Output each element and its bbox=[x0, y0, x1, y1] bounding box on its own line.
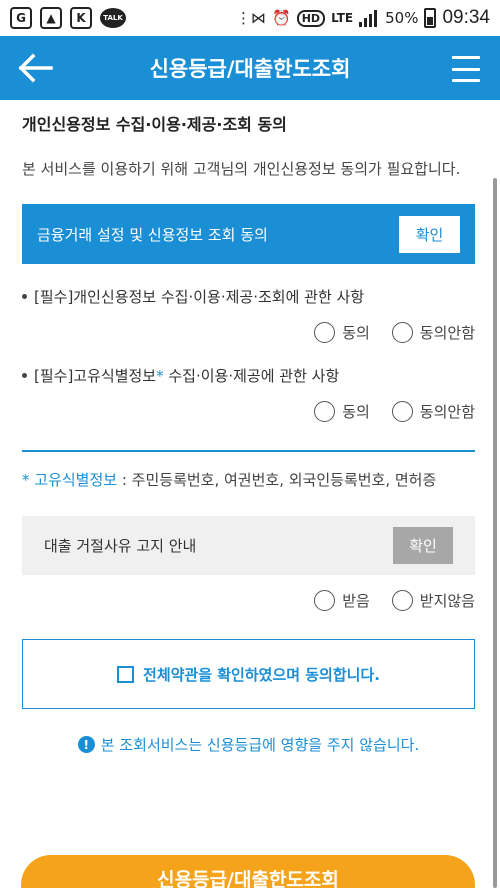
info-notice: ! 본 조회서비스는 신용등급에 영향을 주지 않습니다. bbox=[22, 734, 475, 755]
info-text: 본 조회서비스는 신용등급에 영향을 주지 않습니다. bbox=[100, 736, 420, 754]
inquiry-button-label: 신용등급/대출한도조회 bbox=[157, 869, 339, 888]
radio-circle-icon bbox=[391, 590, 413, 611]
battery-icon bbox=[424, 8, 437, 28]
item-title-suffix: 수집·이용·제공에 관한 사항 bbox=[163, 367, 340, 385]
exclamation-circle-icon: ! bbox=[77, 736, 95, 753]
kakao-icon: K bbox=[70, 7, 92, 29]
section-description: 본 서비스를 이용하기 위해 고객님의 개인신용정보 동의가 필요합니다. bbox=[22, 160, 461, 178]
radio-disagree[interactable]: 동의안함 bbox=[391, 322, 475, 343]
divider bbox=[22, 450, 475, 452]
app-header: 신용등급/대출한도조회 bbox=[0, 36, 500, 100]
refusal-notice-bar: 대출 거절사유 고지 안내 확인 bbox=[22, 516, 475, 575]
bullet-icon bbox=[22, 294, 27, 299]
radio-agree[interactable]: 동의 bbox=[314, 322, 370, 343]
checkbox-icon bbox=[117, 665, 135, 683]
notification-icons: G ▲ K TALK bbox=[10, 7, 126, 29]
note-text: : 주민등록번호, 여권번호, 외국인등록번호, 면허증 bbox=[117, 471, 437, 489]
radio-circle-icon bbox=[314, 322, 336, 343]
sync-icon: G bbox=[10, 7, 32, 29]
talk-icon: TALK bbox=[100, 8, 126, 28]
alarm-icon: ⏰ bbox=[272, 9, 291, 27]
radio-receive[interactable]: 받음 bbox=[314, 590, 370, 611]
item-title: [필수]개인신용정보 수집·이용·제공·조회에 관한 사항 bbox=[34, 288, 365, 306]
radio-disagree[interactable]: 동의안함 bbox=[391, 401, 475, 422]
system-indicators: ⋮⋈ ⏰ HD LTE 50% 09:34 bbox=[236, 0, 490, 36]
radio-agree[interactable]: 동의 bbox=[314, 401, 370, 422]
radio-not-receive[interactable]: 받지않음 bbox=[391, 590, 475, 611]
radio-circle-icon bbox=[314, 590, 336, 611]
inquiry-button[interactable]: 신용등급/대출한도조회 bbox=[21, 855, 475, 888]
consent-confirm-button[interactable]: 확인 bbox=[399, 215, 460, 253]
gallery-icon: ▲ bbox=[40, 7, 62, 29]
consent-item-unique-id: [필수]고유식별정보 * 수집·이용·제공에 관한 사항 동의 동의안함 bbox=[22, 365, 475, 422]
consent-bar: 금융거래 설정 및 신용정보 조회 동의 확인 bbox=[22, 204, 475, 264]
note-label: * 고유식별정보 bbox=[22, 471, 118, 489]
asterisk: * bbox=[156, 366, 164, 385]
radio-group: 받음 받지않음 bbox=[22, 590, 475, 611]
agree-all-checkbox[interactable]: 전체약관을 확인하였으며 동의합니다. bbox=[22, 639, 475, 709]
battery-percent: 50% bbox=[385, 9, 419, 27]
unique-id-note: * 고유식별정보 : 주민등록번호, 여권번호, 외국인등록번호, 면허증 bbox=[22, 467, 475, 494]
section-title: 개인신용정보 수집·이용·제공·조회 동의 bbox=[22, 115, 287, 134]
consent-item-personal-info: [필수]개인신용정보 수집·이용·제공·조회에 관한 사항 동의 동의안함 bbox=[22, 286, 475, 343]
radio-group: 동의 동의안함 bbox=[22, 401, 475, 422]
arrow-left-icon bbox=[18, 53, 53, 83]
bullet-icon bbox=[22, 373, 27, 378]
item-title: [필수]고유식별정보 bbox=[34, 367, 157, 385]
hd-badge: HD bbox=[296, 9, 326, 27]
vibrate-icon: ⋮⋈ bbox=[236, 9, 267, 27]
talk-label: TALK bbox=[103, 14, 123, 22]
signal-icon bbox=[359, 9, 379, 27]
refusal-bar-label: 대출 거절사유 고지 안내 bbox=[44, 537, 197, 555]
refusal-confirm-button[interactable]: 확인 bbox=[393, 527, 453, 564]
hamburger-menu-icon bbox=[452, 56, 480, 59]
consent-bar-label: 금융거래 설정 및 신용정보 조회 동의 bbox=[37, 225, 268, 244]
clock: 09:34 bbox=[442, 7, 490, 28]
agree-all-label: 전체약관을 확인하였으며 동의합니다. bbox=[143, 665, 380, 684]
menu-button[interactable] bbox=[452, 56, 480, 82]
radio-circle-icon bbox=[391, 401, 413, 422]
back-button[interactable] bbox=[18, 52, 54, 84]
lte-indicator: LTE bbox=[331, 11, 354, 25]
radio-circle-icon bbox=[391, 322, 413, 343]
status-bar: G ▲ K TALK ⋮⋈ ⏰ HD LTE 50% 09:34 bbox=[0, 0, 500, 36]
radio-group: 동의 동의안함 bbox=[22, 322, 475, 343]
main-content: 개인신용정보 수집·이용·제공·조회 동의 본 서비스를 이용하기 위해 고객님… bbox=[0, 100, 500, 755]
radio-circle-icon bbox=[314, 401, 336, 422]
page-title: 신용등급/대출한도조회 bbox=[149, 57, 351, 81]
